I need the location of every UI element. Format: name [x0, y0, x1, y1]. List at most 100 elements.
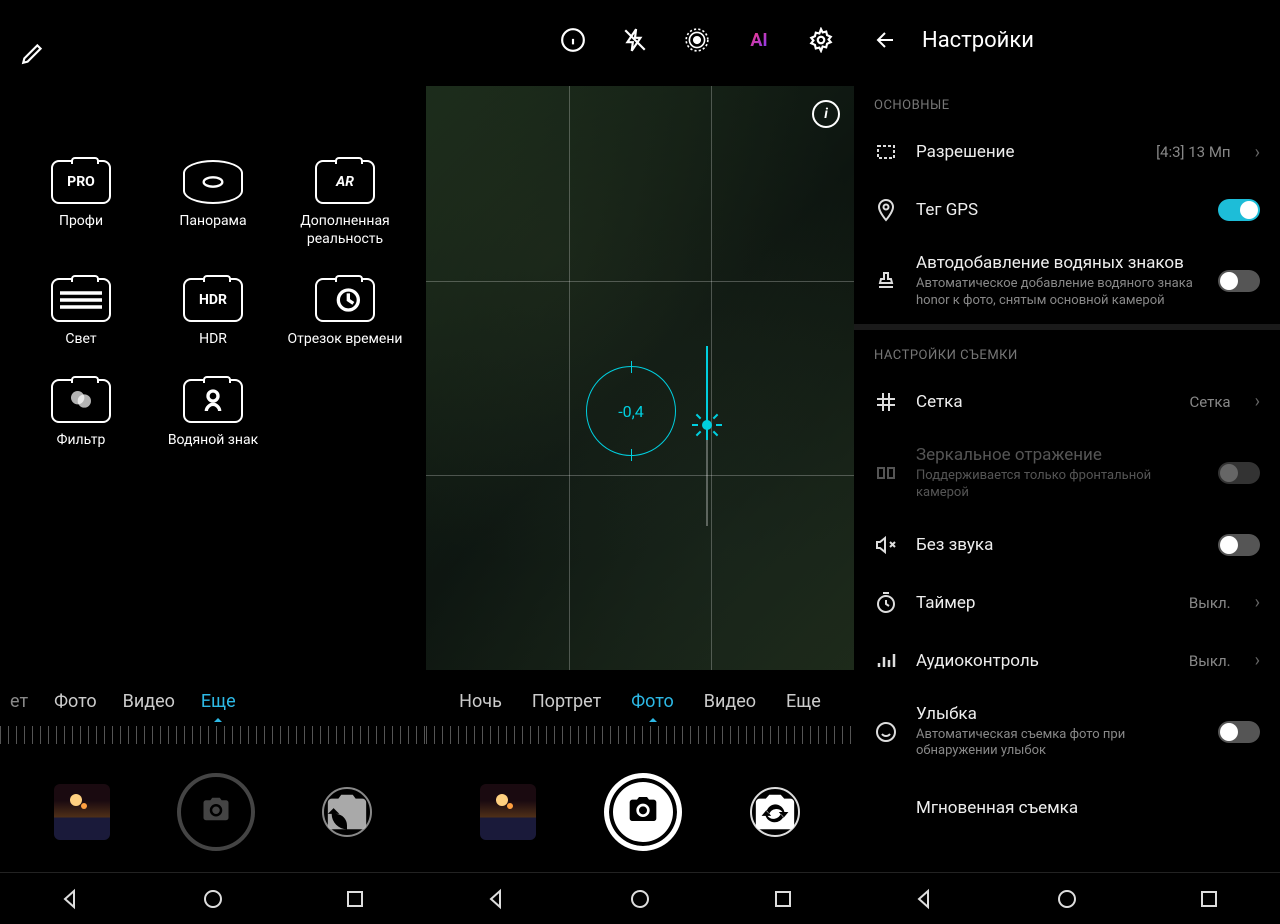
- location-icon: [874, 198, 898, 222]
- ai-icon[interactable]: AI: [746, 27, 772, 53]
- camera-pro-icon: PRO: [51, 160, 111, 204]
- mute-icon: [874, 533, 898, 557]
- camera-icon: [627, 793, 659, 832]
- mode-label: Панорама: [179, 212, 246, 230]
- settings-list[interactable]: ОСНОВНЫЕ Разрешение [4:3] 13 Мп › Тег GP…: [854, 80, 1280, 872]
- mode-ar[interactable]: AR Дополненная реальность: [284, 160, 406, 248]
- mode-hdr[interactable]: HDR HDR: [152, 278, 274, 348]
- tab-cut[interactable]: ет: [10, 691, 28, 712]
- settings-gear-icon[interactable]: [808, 27, 834, 53]
- mode-label: Профи: [59, 212, 103, 230]
- nav-back-icon[interactable]: [59, 887, 83, 911]
- setting-label: Без звука: [916, 535, 1200, 555]
- setting-gps[interactable]: Тег GPS: [854, 181, 1280, 239]
- toggle-watermark[interactable]: [1218, 270, 1260, 292]
- camera-modes-panel: PRO Профи Панорама AR Дополненная реальн…: [0, 0, 426, 924]
- setting-audio-control[interactable]: Аудиоконтроль Выкл. ›: [854, 632, 1280, 690]
- mode-label: Отрезок времени: [287, 330, 402, 348]
- exposure-slider-handle[interactable]: [694, 412, 720, 438]
- setting-watermark[interactable]: Автодобавление водяных знаков Автоматиче…: [854, 239, 1280, 324]
- focus-ring[interactable]: -0,4: [586, 366, 676, 456]
- setting-timer[interactable]: Таймер Выкл. ›: [854, 574, 1280, 632]
- mode-watermark[interactable]: Водяной знак: [152, 379, 274, 449]
- switch-camera-button[interactable]: [750, 787, 800, 837]
- nav-recent-icon[interactable]: [1197, 887, 1221, 911]
- nav-recent-icon[interactable]: [771, 887, 795, 911]
- mode-label: Свет: [65, 330, 96, 348]
- camera-icon: [201, 794, 231, 831]
- exposure-value: -0,4: [618, 402, 644, 421]
- setting-label: Улыбка: [916, 704, 1200, 724]
- tab-video[interactable]: Видео: [704, 691, 756, 712]
- tab-more[interactable]: Еще: [201, 691, 236, 712]
- setting-label: Таймер: [916, 593, 1171, 613]
- toggle-mute[interactable]: [1218, 534, 1260, 556]
- tab-night[interactable]: Ночь: [459, 691, 502, 712]
- tab-video[interactable]: Видео: [123, 691, 175, 712]
- setting-value: [4:3] 13 Мп: [1156, 143, 1231, 161]
- nav-back-icon[interactable]: [485, 887, 509, 911]
- viewfinder-info-icon[interactable]: i: [812, 100, 840, 128]
- chevron-right-icon: ›: [1255, 391, 1260, 412]
- edit-icon[interactable]: [20, 40, 46, 66]
- grid-line: [426, 475, 854, 476]
- grid-icon: [874, 390, 898, 414]
- gallery-thumbnail[interactable]: [480, 784, 536, 840]
- chevron-right-icon: ›: [1255, 142, 1260, 163]
- grid-line: [426, 281, 854, 282]
- nav-home-icon[interactable]: [201, 887, 225, 911]
- setting-description: Автоматическое добавление водяного знака…: [916, 276, 1200, 310]
- flash-off-icon[interactable]: [622, 27, 648, 53]
- toggle-mirror: [1218, 462, 1260, 484]
- mode-timelapse[interactable]: Отрезок времени: [284, 278, 406, 348]
- back-arrow-icon[interactable]: [874, 27, 898, 53]
- setting-mirror: Зеркальное отражение Поддерживается толь…: [854, 431, 1280, 516]
- toggle-smile[interactable]: [1218, 721, 1260, 743]
- mode-tabs-middle: Ночь Портрет Фото Видео Еще: [426, 676, 854, 726]
- tab-photo[interactable]: Фото: [54, 691, 97, 712]
- tab-photo[interactable]: Фото: [631, 691, 674, 712]
- mode-pro[interactable]: PRO Профи: [20, 160, 142, 248]
- setting-resolution[interactable]: Разрешение [4:3] 13 Мп ›: [854, 123, 1280, 181]
- nav-back-icon[interactable]: [913, 887, 937, 911]
- hdr-icon: HDR: [183, 278, 243, 322]
- android-navbar-middle: [426, 872, 854, 924]
- shutter-button-disabled[interactable]: [177, 773, 255, 851]
- gallery-thumbnail[interactable]: [54, 784, 110, 840]
- tab-portrait[interactable]: Портрет: [532, 691, 601, 712]
- android-navbar-right: [854, 872, 1280, 924]
- mode-panorama[interactable]: Панорама: [152, 160, 274, 248]
- nav-home-icon[interactable]: [1055, 887, 1079, 911]
- setting-mute[interactable]: Без звука: [854, 516, 1280, 574]
- filter-icon: [51, 379, 111, 423]
- android-navbar-left: [0, 872, 426, 924]
- mode-label: Водяной знак: [168, 431, 258, 449]
- mode-label: Дополненная реальность: [284, 212, 406, 248]
- chevron-right-icon: ›: [1255, 592, 1260, 613]
- camera-viewfinder-panel: AI i -0,4 Ночь Портрет Фото Видео Еще: [426, 0, 854, 924]
- shutter-button[interactable]: [604, 773, 682, 851]
- mode-filter[interactable]: Фильтр: [20, 379, 142, 449]
- nav-home-icon[interactable]: [628, 887, 652, 911]
- camera-viewfinder[interactable]: i -0,4: [426, 86, 854, 670]
- setting-grid[interactable]: Сетка Сетка ›: [854, 373, 1280, 431]
- mode-light[interactable]: Свет: [20, 278, 142, 348]
- setting-value: Выкл.: [1189, 594, 1231, 612]
- section-title-shooting: НАСТРОЙКИ СЪЕМКИ: [854, 330, 1280, 373]
- settings-header: Настройки: [854, 0, 1280, 80]
- setting-instant[interactable]: Мгновенная съемка: [854, 774, 1280, 832]
- mode-label: HDR: [199, 330, 227, 348]
- live-photo-icon[interactable]: [684, 27, 710, 53]
- info-icon[interactable]: [560, 27, 586, 53]
- setting-smile[interactable]: Улыбка Автоматическая съемка фото при об…: [854, 690, 1280, 775]
- setting-label: Автодобавление водяных знаков: [916, 253, 1200, 273]
- toggle-gps[interactable]: [1218, 199, 1260, 221]
- ar-icon: AR: [315, 160, 375, 204]
- aspect-ratio-icon: [874, 140, 898, 164]
- section-title-main: ОСНОВНЫЕ: [854, 80, 1280, 123]
- nav-recent-icon[interactable]: [343, 887, 367, 911]
- switch-camera-button[interactable]: [322, 787, 372, 837]
- tick-rail: [426, 726, 854, 744]
- tick-rail: [0, 726, 426, 744]
- tab-more[interactable]: Еще: [786, 691, 821, 712]
